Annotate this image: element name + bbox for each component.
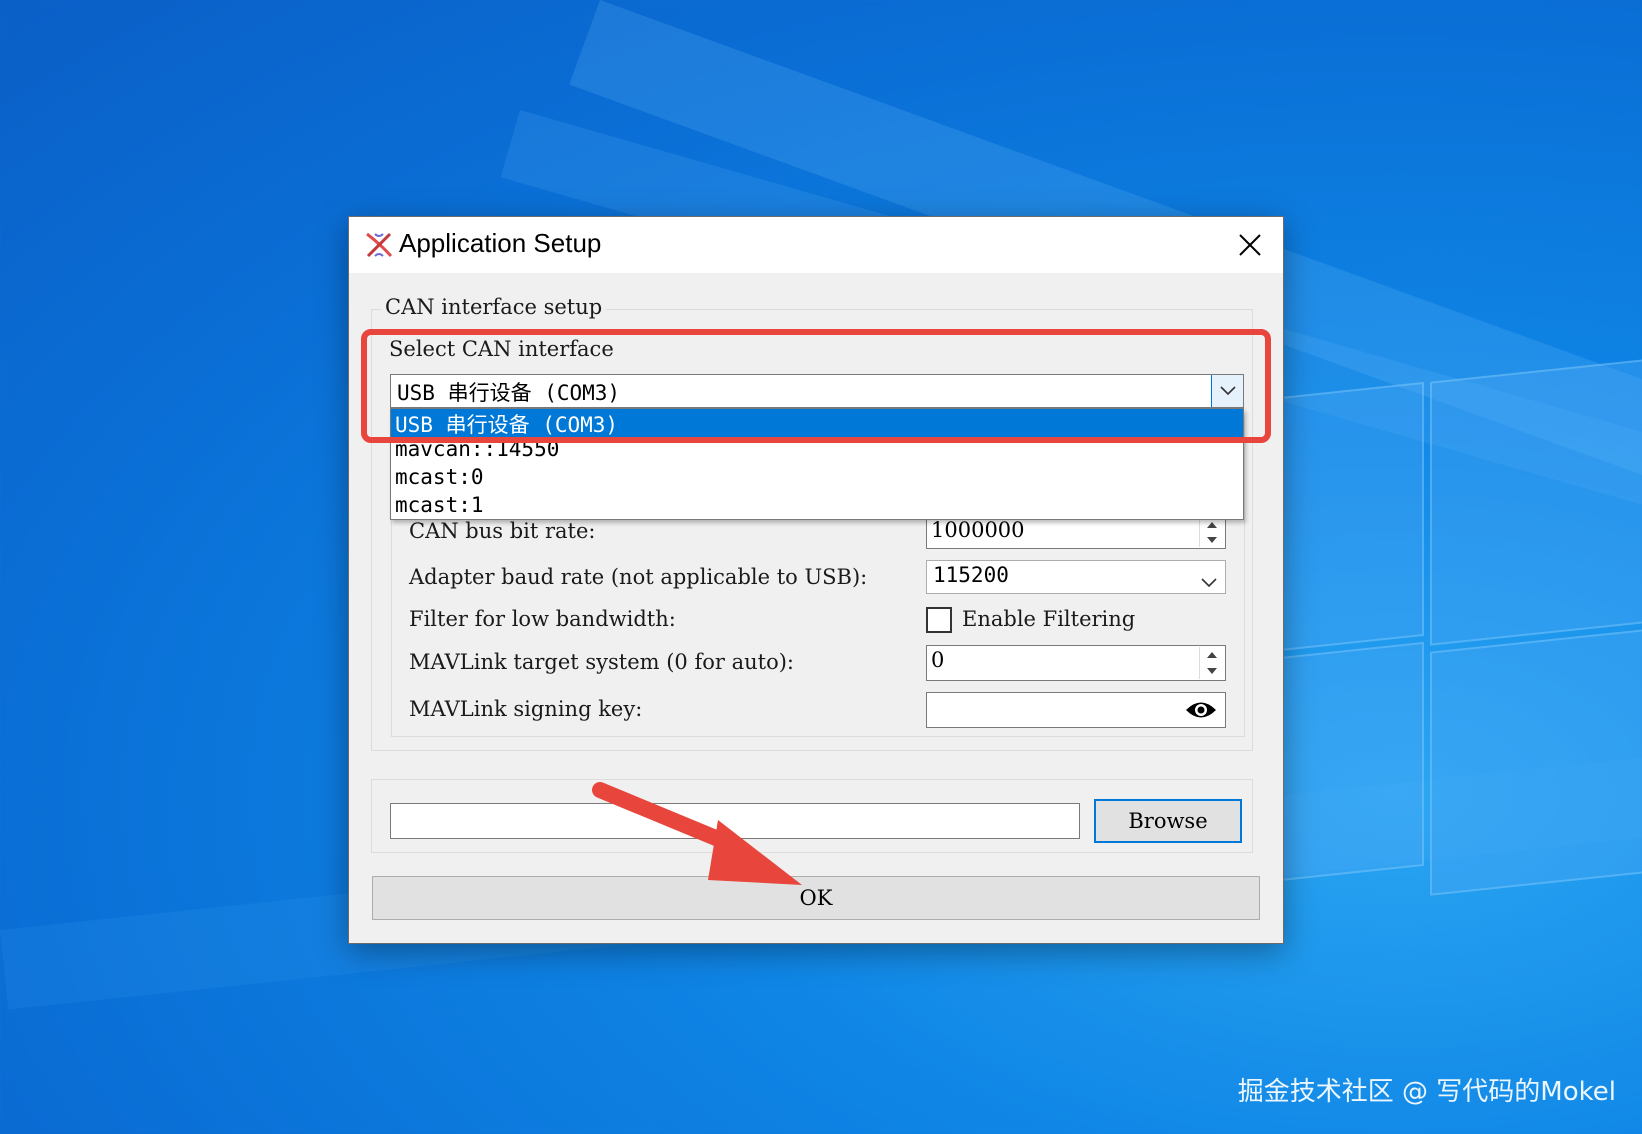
ok-button[interactable]: OK [372,876,1260,920]
spin-up-icon[interactable] [1200,647,1224,663]
adapter-baud-label: Adapter baud rate (not applicable to USB… [409,565,868,589]
app-logo-icon [366,232,393,258]
spin-down-icon[interactable] [1200,663,1224,679]
mavlink-target-spinbox[interactable]: 0 [926,645,1226,681]
adapter-baud-combobox[interactable]: 115200 [926,560,1226,594]
annotation-highlight-box [361,329,1271,443]
chevron-down-icon [1201,573,1217,592]
enable-filtering-label[interactable]: Enable Filtering [962,607,1135,631]
can-bitrate-label: CAN bus bit rate: [409,519,596,543]
browse-button[interactable]: Browse [1094,799,1242,843]
eye-icon[interactable] [1185,699,1217,721]
mavlink-target-value: 0 [931,648,945,672]
application-setup-dialog: Application Setup CAN interface setup Se… [348,216,1284,944]
close-icon [1239,234,1261,256]
dropdown-item[interactable]: mcast:1 [391,493,1243,521]
window-title: Application Setup [399,228,602,258]
filter-label: Filter for low bandwidth: [409,607,676,631]
can-group-title: CAN interface setup [381,295,607,319]
watermark-text: 掘金技术社区 @ 写代码的Mokel [1237,1077,1616,1107]
mavlink-signing-label: MAVLink signing key: [409,697,643,721]
dropdown-item[interactable]: mcast:0 [391,465,1243,493]
can-bitrate-value: 1000000 [931,518,1025,542]
bitrate-spin-buttons[interactable] [1199,517,1224,547]
title-bar[interactable]: Application Setup [349,217,1283,273]
spin-down-icon[interactable] [1200,532,1224,547]
target-spin-buttons[interactable] [1199,647,1224,679]
mavlink-target-label: MAVLink target system (0 for auto): [409,650,794,674]
annotation-arrow-icon [592,782,802,885]
adapter-baud-value: 115200 [933,563,1009,587]
close-button[interactable] [1217,217,1283,273]
enable-filtering-checkbox[interactable] [926,607,952,633]
windows-logo-wallpaper [1270,330,1642,930]
signing-key-input[interactable] [926,692,1226,728]
